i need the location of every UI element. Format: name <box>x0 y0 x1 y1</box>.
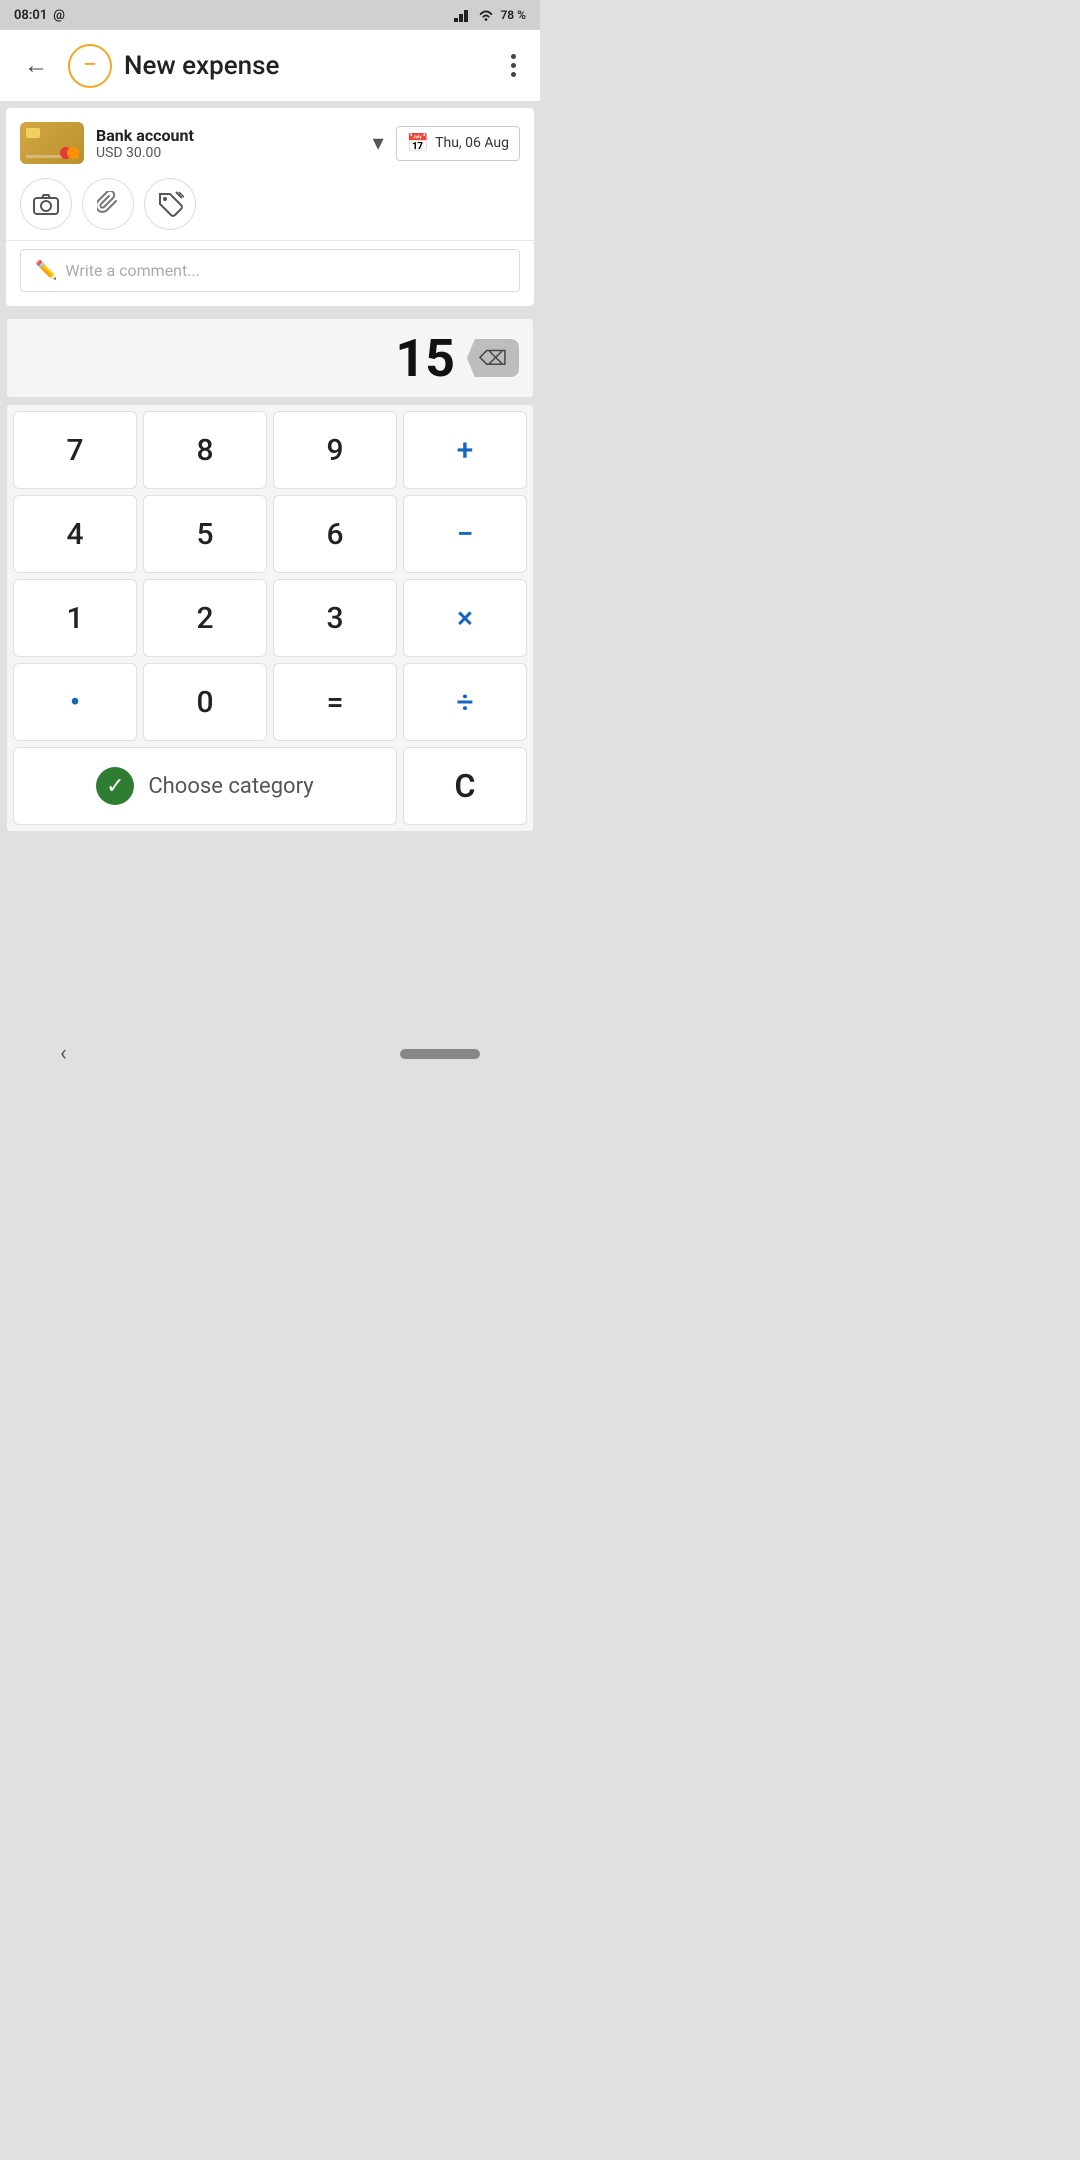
date-label: Thu, 06 Aug <box>435 135 509 151</box>
account-dropdown-button[interactable]: ▾ <box>373 131 384 156</box>
back-button[interactable]: ← <box>16 43 56 88</box>
calendar-icon: 📅 <box>407 133 429 154</box>
key-equals[interactable]: = <box>273 663 397 741</box>
key-5[interactable]: 5 <box>143 495 267 573</box>
time: 08:01 <box>14 8 47 23</box>
account-info: Bank account USD 30.00 <box>96 126 361 161</box>
actions-row <box>6 174 534 240</box>
wifi-icon <box>477 8 495 22</box>
account-balance: USD 30.00 <box>96 145 361 161</box>
key-divide[interactable]: ÷ <box>403 663 527 741</box>
account-row: Bank account USD 30.00 ▾ 📅 Thu, 06 Aug <box>6 108 534 174</box>
status-bar: 08:01 @ 78 % <box>0 0 540 30</box>
clear-button[interactable]: C <box>403 747 527 825</box>
card-chip <box>26 128 40 138</box>
status-left: 08:01 @ <box>14 8 65 23</box>
key-7[interactable]: 7 <box>13 411 137 489</box>
bank-card-image <box>20 122 84 164</box>
key-dot[interactable]: • <box>13 663 137 741</box>
status-right: 78 % <box>454 8 526 22</box>
expense-icon: − <box>68 44 112 88</box>
account-name: Bank account <box>96 126 361 145</box>
nav-bar: ‹ <box>0 1041 540 1066</box>
attach-button[interactable] <box>82 178 134 230</box>
choose-category-button[interactable]: ✓ Choose category <box>13 747 397 825</box>
key-2[interactable]: 2 <box>143 579 267 657</box>
key-1[interactable]: 1 <box>13 579 137 657</box>
key-0[interactable]: 0 <box>143 663 267 741</box>
comment-placeholder: Write a comment... <box>65 261 199 280</box>
tag-icon <box>156 190 184 218</box>
check-circle-icon: ✓ <box>96 767 134 805</box>
more-options-button[interactable] <box>503 46 524 85</box>
camera-button[interactable] <box>20 178 72 230</box>
key-9[interactable]: 9 <box>273 411 397 489</box>
key-plus[interactable]: + <box>403 411 527 489</box>
key-6[interactable]: 6 <box>273 495 397 573</box>
key-8[interactable]: 8 <box>143 411 267 489</box>
camera-icon <box>33 193 59 215</box>
key-3[interactable]: 3 <box>273 579 397 657</box>
comment-row: ✏️ Write a comment... <box>6 240 534 306</box>
app-bar: ← − New expense <box>0 30 540 102</box>
signal-icon <box>454 8 472 22</box>
choose-category-label: Choose category <box>148 774 313 799</box>
key-minus[interactable]: − <box>403 495 527 573</box>
date-button[interactable]: 📅 Thu, 06 Aug <box>396 126 520 161</box>
main-content: Bank account USD 30.00 ▾ 📅 Thu, 06 Aug <box>6 108 534 306</box>
key-multiply[interactable]: × <box>403 579 527 657</box>
battery-level: 78 % <box>500 8 526 22</box>
keypad: 7 8 9 + 4 5 6 − 1 2 3 × • 0 = ÷ ✓ Choose… <box>6 404 534 832</box>
page-title: New expense <box>124 51 491 81</box>
paperclip-icon <box>97 191 119 217</box>
key-4[interactable]: 4 <box>13 495 137 573</box>
tag-button[interactable] <box>144 178 196 230</box>
amount-value: 15 <box>395 328 455 389</box>
comment-field[interactable]: ✏️ Write a comment... <box>20 249 520 292</box>
amount-display: 15 ⌫ <box>6 318 534 398</box>
at-icon: @ <box>53 8 65 23</box>
nav-back-button[interactable]: ‹ <box>60 1041 67 1066</box>
mastercard-logo <box>60 147 79 159</box>
backspace-button[interactable]: ⌫ <box>467 339 519 377</box>
bottom-area: ‹ <box>0 838 540 1080</box>
home-pill[interactable] <box>400 1049 480 1059</box>
edit-icon: ✏️ <box>35 260 57 281</box>
